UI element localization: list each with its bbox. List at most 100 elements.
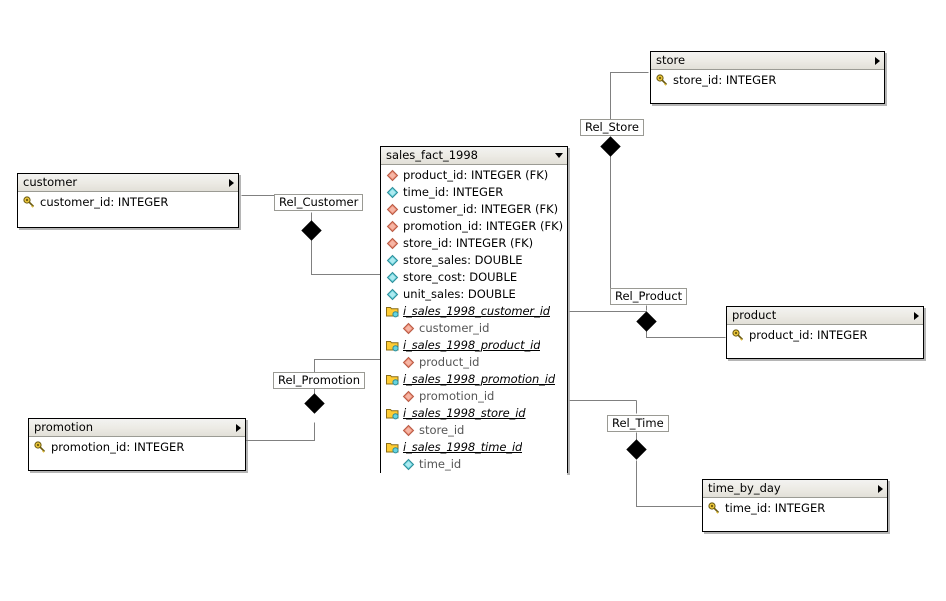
index-label: i_sales_1998_product_id: [403, 338, 541, 352]
entity-product[interactable]: product product_id: INTEGER: [726, 306, 924, 359]
index-label: i_sales_1998_customer_id: [403, 304, 551, 318]
table-row[interactable]: store_cost: DOUBLE: [381, 269, 567, 286]
entity-body: time_id: INTEGER: [703, 498, 887, 529]
entity-body: product_id: INTEGER (FK) time_id: INTEGE…: [381, 165, 567, 475]
entity-title: time_by_day: [708, 481, 781, 495]
column-label: store_cost: DOUBLE: [403, 270, 518, 284]
fk-column-icon: [402, 424, 415, 437]
index-column-row[interactable]: product_id: [381, 354, 567, 371]
entity-sales-fact-1998[interactable]: sales_fact_1998 product_id: INTEGER (FK)…: [380, 146, 568, 475]
diamond-marker-time: [626, 439, 647, 460]
key-icon: [708, 502, 721, 515]
index-column-row[interactable]: time_id: [381, 456, 567, 473]
entity-header-store[interactable]: store: [651, 52, 884, 70]
table-row[interactable]: product_id: INTEGER: [727, 327, 923, 344]
triangle-right-icon[interactable]: [871, 55, 880, 66]
entity-header-promotion[interactable]: promotion: [29, 419, 245, 437]
table-row[interactable]: promotion_id: INTEGER (FK): [381, 218, 567, 235]
column-icon: [386, 186, 399, 199]
column-label: product_id: INTEGER: [749, 328, 868, 342]
table-row[interactable]: customer_id: INTEGER (FK): [381, 201, 567, 218]
table-row[interactable]: customer_id: INTEGER: [18, 194, 238, 211]
er-diagram-canvas[interactable]: customer customer_id: INTEGER store stor…: [0, 0, 946, 601]
entity-body: store_id: INTEGER: [651, 70, 884, 101]
table-row[interactable]: store_id: INTEGER: [651, 72, 884, 89]
triangle-right-icon[interactable]: [874, 483, 883, 494]
relationship-label-product[interactable]: Rel_Product: [610, 288, 688, 305]
entity-promotion[interactable]: promotion promotion_id: INTEGER: [28, 418, 246, 471]
entity-header-customer[interactable]: customer: [18, 174, 238, 192]
column-icon: [402, 458, 415, 471]
column-label: customer_id: INTEGER: [40, 195, 169, 209]
relationship-label-promotion[interactable]: Rel_Promotion: [273, 372, 366, 389]
table-row[interactable]: promotion_id: INTEGER: [29, 439, 245, 456]
column-label: time_id: INTEGER: [725, 501, 826, 515]
index-column-row[interactable]: customer_id: [381, 320, 567, 337]
diamond-marker-promotion: [304, 393, 325, 414]
table-row[interactable]: store_sales: DOUBLE: [381, 252, 567, 269]
index-row[interactable]: i_sales_1998_customer_id: [381, 303, 567, 320]
fk-column-icon: [386, 169, 399, 182]
column-label: store_id: INTEGER: [673, 73, 777, 87]
table-row[interactable]: unit_sales: DOUBLE: [381, 286, 567, 303]
entity-header-time-by-day[interactable]: time_by_day: [703, 480, 887, 498]
column-label: promotion_id: INTEGER (FK): [403, 219, 564, 233]
entity-time-by-day[interactable]: time_by_day time_id: INTEGER: [702, 479, 888, 532]
index-row[interactable]: i_sales_1998_promotion_id: [381, 371, 567, 388]
fk-column-icon: [402, 322, 415, 335]
table-row[interactable]: product_id: INTEGER (FK): [381, 167, 567, 184]
entity-customer[interactable]: customer customer_id: INTEGER: [17, 173, 239, 228]
index-column-row[interactable]: promotion_id: [381, 388, 567, 405]
index-column-label: promotion_id: [419, 389, 495, 403]
column-icon: [386, 271, 399, 284]
entity-title: product: [732, 308, 777, 322]
column-icon: [386, 288, 399, 301]
column-label: store_id: INTEGER (FK): [403, 236, 534, 250]
index-label: i_sales_1998_store_id: [403, 406, 526, 420]
index-row[interactable]: i_sales_1998_time_id: [381, 439, 567, 456]
table-row[interactable]: store_id: INTEGER (FK): [381, 235, 567, 252]
column-icon: [386, 254, 399, 267]
index-column-row[interactable]: store_id: [381, 422, 567, 439]
column-label: promotion_id: INTEGER: [51, 440, 185, 454]
key-icon: [656, 74, 669, 87]
triangle-right-icon[interactable]: [225, 177, 234, 188]
relationship-label-store[interactable]: Rel_Store: [580, 119, 644, 136]
index-folder-icon: [386, 407, 399, 420]
entity-body: product_id: INTEGER: [727, 325, 923, 356]
column-label: time_id: INTEGER: [403, 185, 504, 199]
table-row[interactable]: time_id: INTEGER: [703, 500, 887, 517]
key-icon: [732, 329, 745, 342]
index-column-label: customer_id: [419, 321, 490, 335]
index-folder-icon: [386, 373, 399, 386]
triangle-right-icon[interactable]: [910, 310, 919, 321]
column-label: unit_sales: DOUBLE: [403, 287, 516, 301]
column-label: store_sales: DOUBLE: [403, 253, 523, 267]
index-label: i_sales_1998_time_id: [403, 440, 523, 454]
table-row[interactable]: time_id: INTEGER: [381, 184, 567, 201]
index-row[interactable]: i_sales_1998_store_id: [381, 405, 567, 422]
relationship-label-customer[interactable]: Rel_Customer: [274, 194, 364, 211]
entity-header-product[interactable]: product: [727, 307, 923, 325]
entity-header-sales-fact-1998[interactable]: sales_fact_1998: [381, 147, 567, 165]
diamond-marker-store: [600, 136, 621, 157]
entity-title: sales_fact_1998: [386, 148, 478, 162]
fk-column-icon: [386, 220, 399, 233]
index-column-label: product_id: [419, 355, 480, 369]
entity-body: customer_id: INTEGER: [18, 192, 238, 223]
triangle-down-icon[interactable]: [554, 150, 563, 161]
diamond-marker-product: [636, 311, 657, 332]
column-label: customer_id: INTEGER (FK): [403, 202, 559, 216]
fk-column-icon: [386, 203, 399, 216]
relationship-label-time[interactable]: Rel_Time: [607, 415, 669, 432]
fk-column-icon: [402, 356, 415, 369]
entity-store[interactable]: store store_id: INTEGER: [650, 51, 885, 104]
triangle-right-icon[interactable]: [232, 422, 241, 433]
index-row[interactable]: i_sales_1998_product_id: [381, 337, 567, 354]
key-icon: [23, 196, 36, 209]
fk-column-icon: [402, 390, 415, 403]
index-folder-icon: [386, 305, 399, 318]
